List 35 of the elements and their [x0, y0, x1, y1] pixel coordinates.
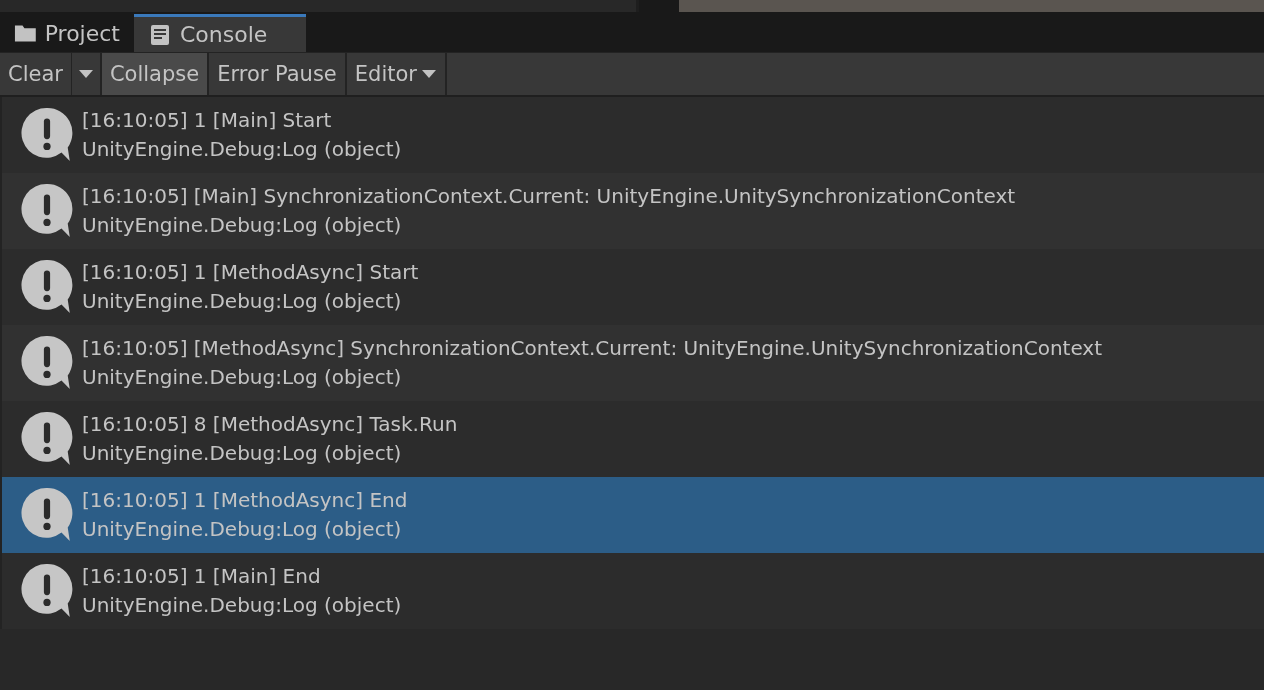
panel-tab[interactable]: Console [134, 14, 306, 52]
log-entry[interactable]: [16:10:05] [Main] SynchronizationContext.Current: UnityEngine.UnitySynchronizationContext UnityEngine.Debug:Log (object) [0, 173, 1264, 249]
info-bubble-icon [20, 106, 74, 164]
stack-trace: UnityEngine.Debug:Log (object) [82, 440, 403, 467]
stack-trace: UnityEngine.Debug:Log (object) [82, 364, 403, 391]
stack-trace: UnityEngine.Debug:Log (object) [82, 212, 403, 239]
folder-icon [14, 22, 37, 44]
stack-trace: UnityEngine.Debug:Log (object) [82, 288, 403, 315]
stack-trace: UnityEngine.Debug:Log (object) [82, 592, 402, 619]
log-entry[interactable]: [16:10:05] 1 [MethodAsync] Start UnityEngine.Debug:Log (object) [0, 249, 1264, 325]
log-message: [16:10:05] [MethodAsync] SynchronizationContext.Current: UnityEngine.UnitySynchronizationContext [82, 335, 1103, 362]
log-entry[interactable]: [16:10:05] 1 [Main] End UnityEngine.Debug:Log (object) [0, 553, 1264, 629]
caret-icon [77, 69, 94, 79]
log-entry[interactable]: [16:10:05] 8 [MethodAsync] Task.Run UnityEngine.Debug:Log (object) [0, 401, 1264, 477]
info-bubble-icon [20, 182, 74, 240]
info-bubble-icon [20, 258, 74, 316]
log-entry[interactable]: [16:10:05] 1 [MethodAsync] End UnityEngine.Debug:Log (object) [0, 477, 1264, 553]
stack-trace: UnityEngine.Debug:Log (object) [82, 516, 403, 543]
info-bubble-icon [20, 486, 74, 544]
log-message: [16:10:05] [Main] SynchronizationContext.Current: UnityEngine.UnitySynchronizationContext [82, 183, 1016, 210]
log-message: [16:10:05] 8 [MethodAsync] Task.Run [82, 411, 458, 438]
info-bubble-icon [20, 334, 74, 392]
log-message: [16:10:05] 1 [MethodAsync] End [82, 487, 408, 514]
info-bubble-icon [20, 562, 74, 620]
panel-tab[interactable]: Project [0, 14, 134, 52]
log-message: [16:10:05] 1 [MethodAsync] Start [82, 259, 419, 286]
console-icon [148, 23, 172, 46]
info-bubble-icon [20, 410, 74, 468]
log-entry[interactable]: [16:10:05] [MethodAsync] SynchronizationContext.Current: UnityEngine.UnitySynchronizationContext UnityEngine.Debug:Log (object) [0, 325, 1264, 401]
toggle-button[interactable]: Collapse [101, 53, 210, 95]
caret-icon [420, 69, 437, 79]
log-entry[interactable]: [16:10:05] 1 [Main] Start UnityEngine.Debug:Log (object) [0, 97, 1264, 173]
stack-trace: UnityEngine.Debug:Log (object) [82, 136, 402, 163]
log-message: [16:10:05] 1 [Main] End [82, 563, 322, 590]
log-message: [16:10:05] 1 [Main] Start [82, 107, 333, 134]
